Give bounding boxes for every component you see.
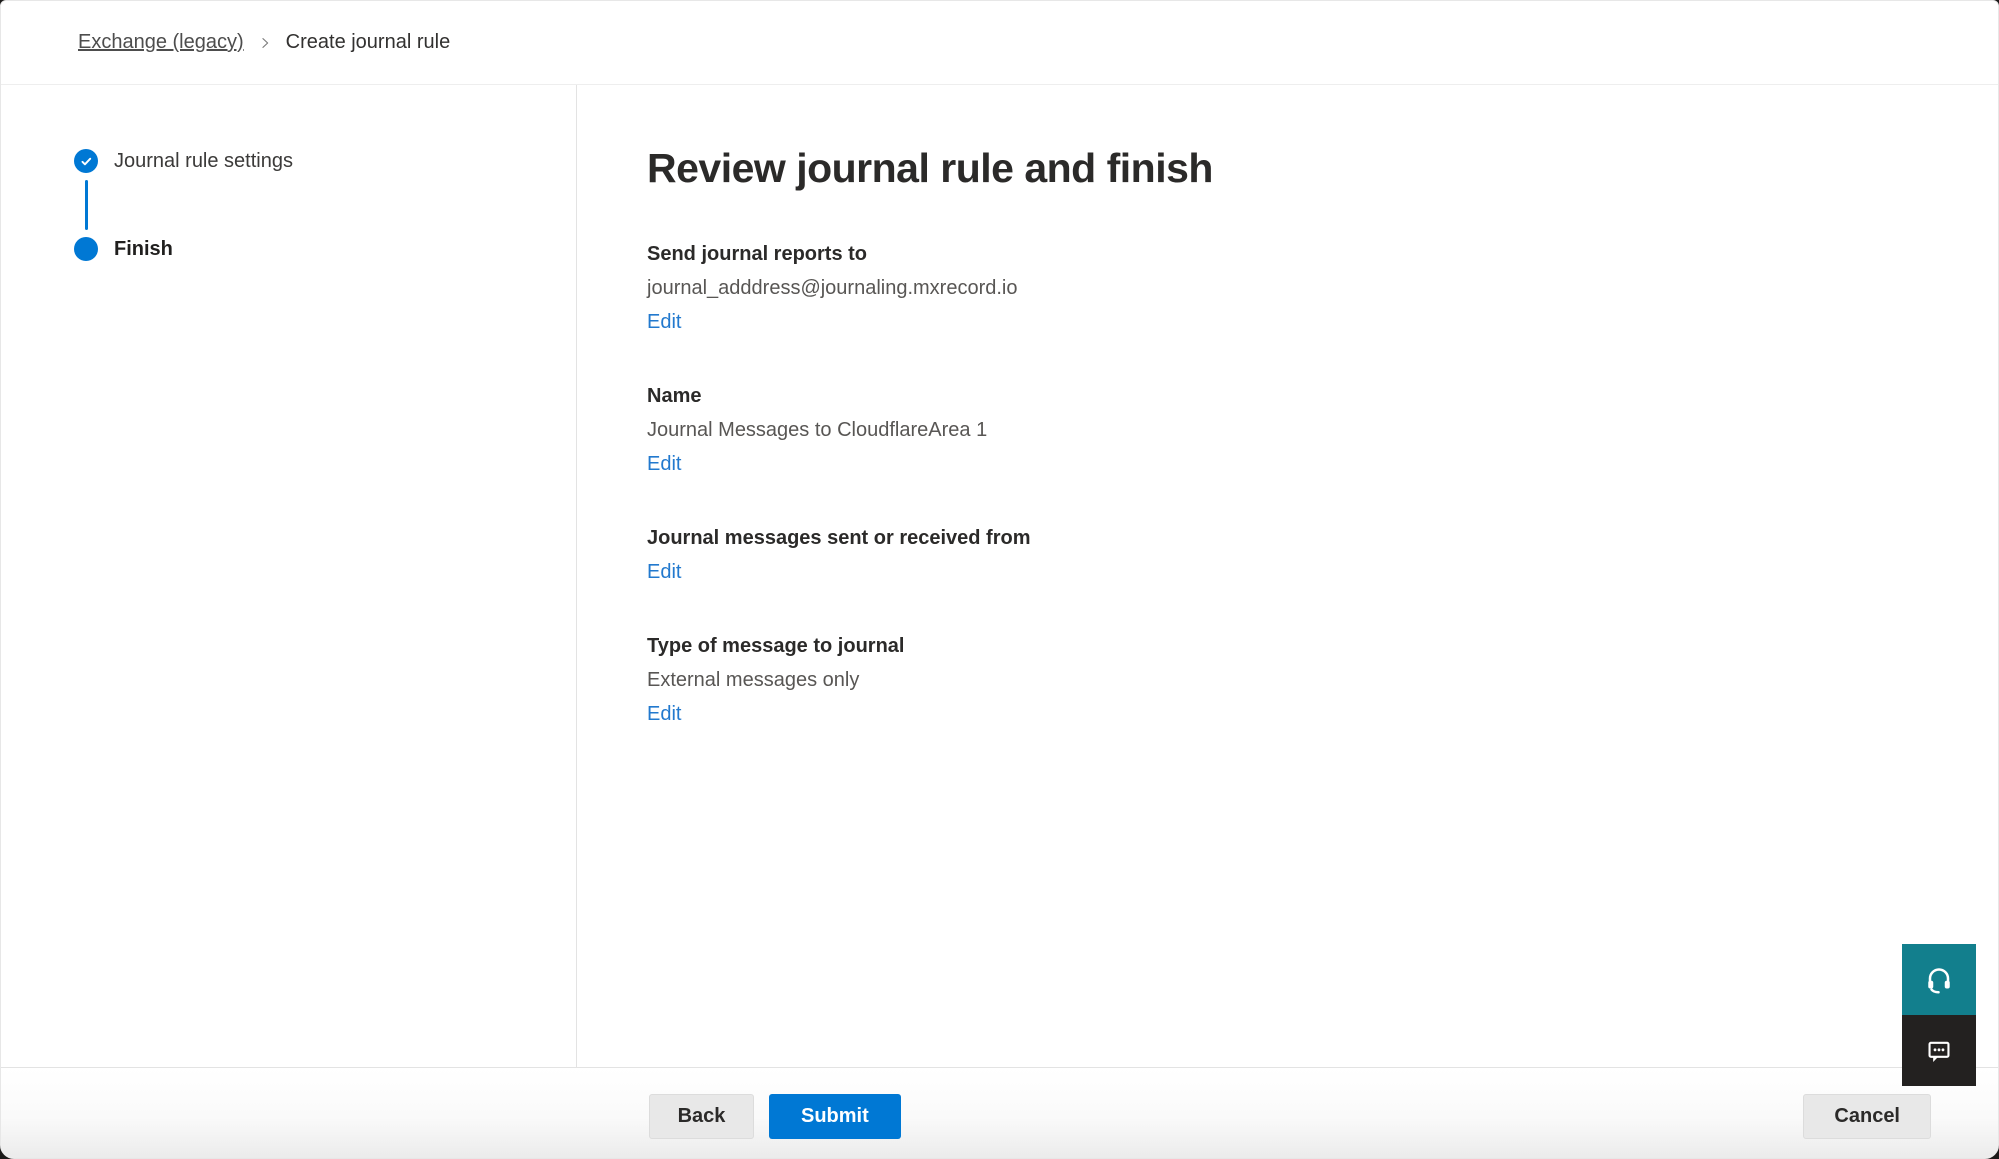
help-button[interactable]: [1902, 944, 1976, 1015]
review-section-name: Name Journal Messages to CloudflareArea …: [647, 379, 1998, 481]
edit-message-type-link[interactable]: Edit: [647, 697, 681, 731]
page-title: Review journal rule and finish: [647, 143, 1998, 193]
section-value: External messages only: [647, 663, 1998, 697]
breadcrumb-create-journal-rule: Create journal rule: [286, 31, 451, 54]
section-label: Send journal reports to: [647, 237, 1998, 271]
review-pane: Review journal rule and finish Send jour…: [577, 85, 1998, 1067]
section-label: Type of message to journal: [647, 629, 1998, 663]
review-section-journal-messages-scope: Journal messages sent or received from E…: [647, 521, 1998, 589]
headset-icon: [1924, 965, 1954, 995]
floating-helpers: [1902, 944, 1976, 1086]
section-label: Name: [647, 379, 1998, 413]
wizard-step-finish[interactable]: Finish: [74, 237, 576, 261]
review-section-send-journal-reports-to: Send journal reports to journal_adddress…: [647, 237, 1998, 339]
wizard-step-label: Journal rule settings: [114, 149, 293, 173]
breadcrumb-exchange-legacy[interactable]: Exchange (legacy): [78, 31, 244, 54]
create-journal-rule-flyout: Exchange (legacy) Create journal rule Jo…: [0, 0, 1999, 1159]
check-circle-icon: [74, 149, 98, 173]
section-label: Journal messages sent or received from: [647, 521, 1998, 555]
section-value: Journal Messages to CloudflareArea 1: [647, 413, 1998, 447]
step-connector-line: [85, 180, 88, 230]
back-button[interactable]: Back: [649, 1094, 754, 1139]
content-area: Journal rule settings Finish Review jour…: [1, 85, 1998, 1067]
edit-send-journal-reports-link[interactable]: Edit: [647, 305, 681, 339]
review-section-message-type: Type of message to journal External mess…: [647, 629, 1998, 731]
edit-scope-link[interactable]: Edit: [647, 555, 681, 589]
wizard-step-journal-rule-settings[interactable]: Journal rule settings: [74, 149, 576, 173]
action-bar: Back Submit Cancel: [1, 1067, 1998, 1158]
cancel-button[interactable]: Cancel: [1803, 1094, 1931, 1139]
feedback-button[interactable]: [1902, 1015, 1976, 1086]
section-value: journal_adddress@journaling.mxrecord.io: [647, 271, 1998, 305]
filled-dot-icon: [74, 237, 98, 261]
chat-bubble-icon: [1925, 1037, 1953, 1065]
wizard-step-label: Finish: [114, 237, 173, 261]
breadcrumb: Exchange (legacy) Create journal rule: [1, 1, 1998, 85]
submit-button[interactable]: Submit: [769, 1094, 901, 1139]
chevron-right-icon: [258, 36, 272, 50]
edit-name-link[interactable]: Edit: [647, 447, 681, 481]
wizard-steps-panel: Journal rule settings Finish: [1, 85, 577, 1067]
